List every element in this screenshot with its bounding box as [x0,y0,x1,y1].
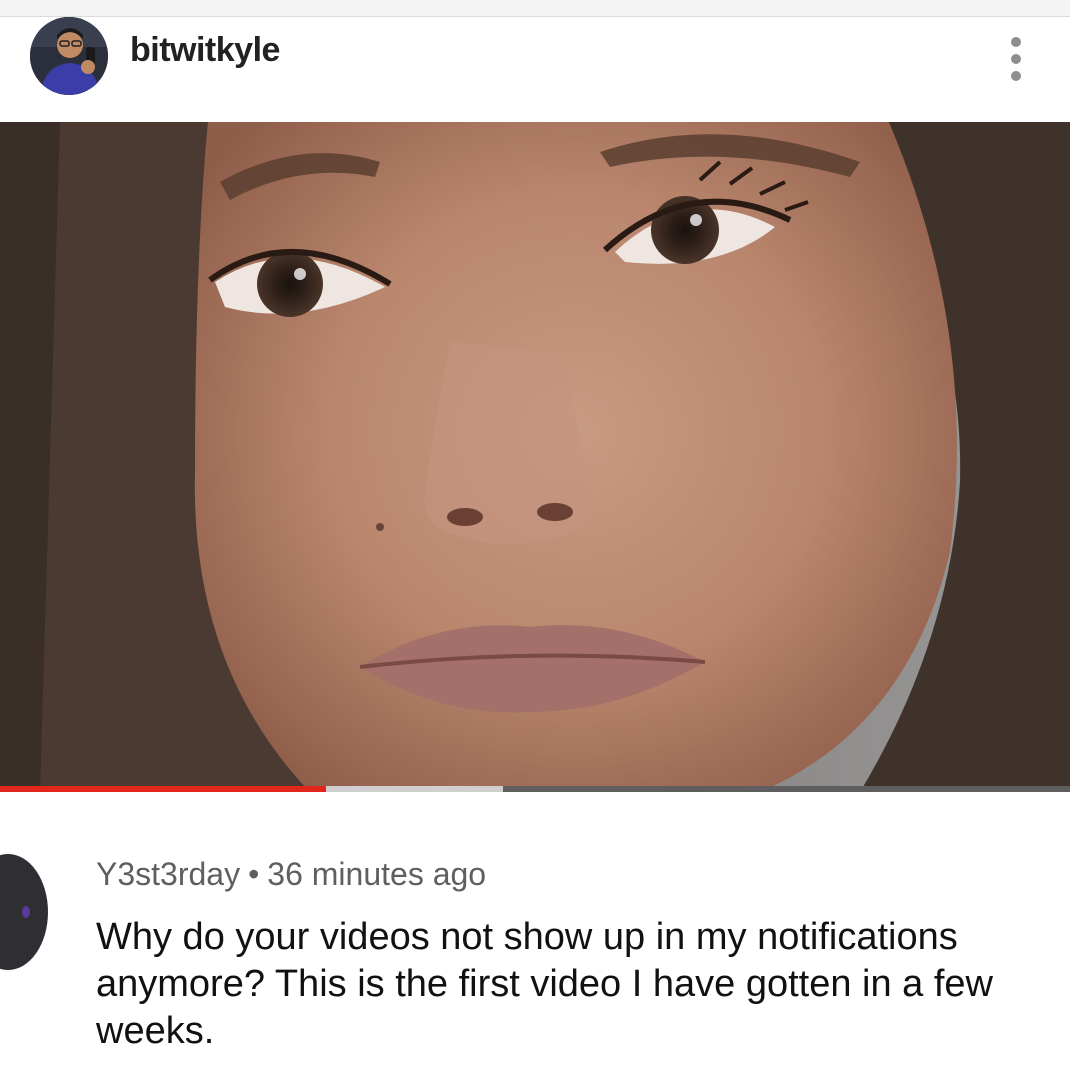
avatar-sparkle-icon [22,906,30,918]
video-frame[interactable] [0,122,1070,792]
commenter-avatar[interactable] [0,854,48,970]
vertical-ellipsis-icon [1011,37,1021,47]
profile-photo-icon [30,17,108,95]
meta-separator: • [248,856,260,892]
status-strip [0,0,1070,17]
username[interactable]: bitwitkyle [130,31,280,70]
comment-meta: Y3st3rday • 36 minutes ago [96,856,486,893]
more-options-button[interactable] [998,29,1034,89]
post-header: bitwitkyle [0,17,1070,122]
comment: Y3st3rday • 36 minutes ago Why do your vid… [0,792,1070,1092]
video-still-image [0,122,1070,792]
comment-timestamp: 36 minutes ago [267,856,487,892]
comment-text: Why do your videos not show up in my not… [96,916,993,1052]
avatar[interactable] [30,17,108,95]
comment-author[interactable]: Y3st3rday [96,856,240,892]
